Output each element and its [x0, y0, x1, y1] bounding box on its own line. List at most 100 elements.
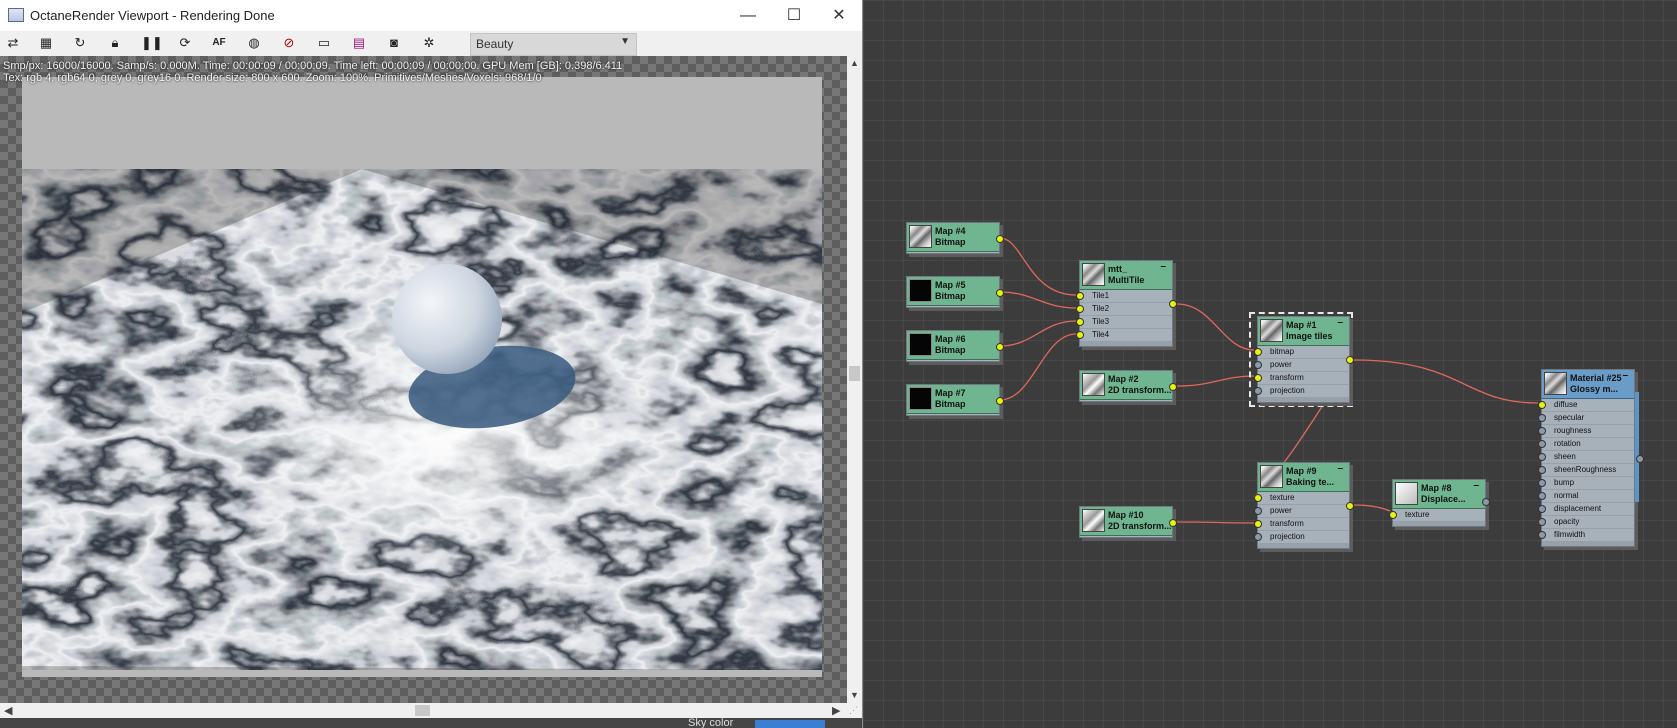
- input-socket[interactable]: [1389, 511, 1397, 519]
- collapse-icon[interactable]: –: [1337, 463, 1343, 474]
- output-socket[interactable]: [1482, 498, 1490, 506]
- horizontal-scroll-thumb[interactable]: [415, 705, 430, 716]
- scroll-left-icon[interactable]: ◀: [4, 704, 12, 717]
- input-socket[interactable]: [1076, 318, 1084, 326]
- maximize-button[interactable]: ☐: [771, 0, 817, 31]
- input-socket[interactable]: [1254, 361, 1262, 369]
- input-socket[interactable]: [1538, 440, 1546, 448]
- refresh-icon[interactable]: ↻: [71, 34, 89, 52]
- input-socket[interactable]: [1538, 453, 1546, 461]
- collapse-icon[interactable]: –: [1473, 480, 1479, 491]
- node-map1[interactable]: Map #1 Image tiles – bitmap power transf…: [1254, 316, 1354, 403]
- lock-icon[interactable]: 🔒︎: [106, 34, 124, 52]
- output-socket[interactable]: [1169, 300, 1177, 308]
- node-header[interactable]: Map #4 Bitmap: [907, 223, 999, 252]
- input-socket[interactable]: [1538, 531, 1546, 539]
- node-map2[interactable]: Map #2 2D transform...: [1079, 370, 1177, 402]
- node-header[interactable]: Material #25 Glossy m... –: [1542, 370, 1634, 399]
- input-socket[interactable]: [1538, 518, 1546, 526]
- node-header[interactable]: Map #10 2D transform...: [1080, 507, 1172, 536]
- input-socket[interactable]: [1254, 348, 1262, 356]
- input-socket[interactable]: [1538, 492, 1546, 500]
- horizontal-scrollbar[interactable]: ◀ ▶: [0, 703, 847, 718]
- input-specular: specular: [1538, 412, 1634, 425]
- input-texture: texture: [1254, 492, 1349, 505]
- node-multitile[interactable]: mtt_ MultiTile – Tile1 Tile2 Tile3 Tile4: [1076, 260, 1177, 347]
- scroll-down-icon[interactable]: ▼: [850, 690, 859, 700]
- input-socket[interactable]: [1254, 507, 1262, 515]
- node-header[interactable]: Map #5 Bitmap: [907, 277, 999, 306]
- vertical-scrollbar[interactable]: ▲ ▼: [847, 56, 862, 703]
- collapse-icon[interactable]: –: [1160, 261, 1166, 272]
- close-button[interactable]: ✕: [816, 0, 862, 31]
- send-to-viewport-icon[interactable]: ⇄: [4, 34, 22, 52]
- node-map7[interactable]: Map #7 Bitmap: [906, 384, 1004, 416]
- input-label: Tile1: [1092, 291, 1110, 300]
- input-socket[interactable]: [1538, 414, 1546, 422]
- input-socket[interactable]: [1076, 305, 1084, 313]
- scroll-right-icon[interactable]: ▶: [832, 704, 840, 717]
- input-socket[interactable]: [1076, 292, 1084, 300]
- node-header[interactable]: Map #2 2D transform...: [1080, 371, 1172, 400]
- node-map10[interactable]: Map #10 2D transform...: [1079, 506, 1177, 538]
- output-socket[interactable]: [1346, 356, 1354, 364]
- texture-thumbnail: [1260, 465, 1283, 488]
- input-socket[interactable]: [1254, 374, 1262, 382]
- restart-icon[interactable]: ⟳: [176, 34, 194, 52]
- input-socket[interactable]: [1538, 401, 1546, 409]
- output-socket[interactable]: [996, 343, 1004, 351]
- node-material25[interactable]: Material #25 Glossy m... – diffuse specu…: [1538, 369, 1644, 547]
- input-socket[interactable]: [1538, 427, 1546, 435]
- camera-icon[interactable]: ◙: [385, 34, 403, 52]
- node-header[interactable]: Map #7 Bitmap: [907, 385, 999, 414]
- output-socket[interactable]: [1636, 455, 1644, 463]
- monitor-icon[interactable]: ▭: [315, 34, 333, 52]
- node-map9[interactable]: Map #9 Baking te... – texture power tran…: [1254, 462, 1354, 549]
- input-socket[interactable]: [1538, 466, 1546, 474]
- input-socket[interactable]: [1076, 331, 1084, 339]
- input-socket[interactable]: [1538, 479, 1546, 487]
- node-header[interactable]: Map #8 Displace... –: [1393, 480, 1485, 509]
- render-pass-select[interactable]: Beauty ▼: [470, 33, 637, 56]
- node-map8[interactable]: Map #8 Displace... – texture: [1389, 479, 1490, 527]
- input-tile4: Tile4: [1076, 329, 1172, 342]
- output-socket[interactable]: [996, 235, 1004, 243]
- node-map6[interactable]: Map #6 Bitmap: [906, 330, 1004, 362]
- collapse-icon[interactable]: –: [1337, 317, 1343, 328]
- film-icon[interactable]: ▤: [350, 34, 368, 52]
- output-socket[interactable]: [996, 397, 1004, 405]
- input-socket[interactable]: [1538, 505, 1546, 513]
- node-title: mtt_: [1108, 264, 1128, 274]
- node-map4[interactable]: Map #4 Bitmap: [906, 222, 1004, 254]
- pause-icon[interactable]: ❚❚: [141, 34, 163, 52]
- input-socket[interactable]: [1254, 387, 1262, 395]
- clipboard-icon[interactable]: ▦: [37, 34, 55, 52]
- input-label: opacity: [1554, 517, 1580, 526]
- output-socket[interactable]: [1346, 502, 1354, 510]
- node-map5[interactable]: Map #5 Bitmap: [906, 276, 1004, 308]
- node-header[interactable]: Map #1 Image tiles –: [1258, 317, 1349, 346]
- output-socket[interactable]: [996, 289, 1004, 297]
- scroll-up-icon[interactable]: ▲: [850, 58, 859, 68]
- output-socket[interactable]: [1169, 519, 1177, 527]
- minimize-button[interactable]: —: [725, 0, 771, 31]
- no-entry-icon[interactable]: ⊘: [280, 34, 298, 52]
- collapse-icon[interactable]: –: [1622, 370, 1628, 381]
- settings-icon[interactable]: ✲: [420, 34, 438, 52]
- input-label: normal: [1554, 491, 1579, 500]
- node-header[interactable]: mtt_ MultiTile –: [1080, 261, 1172, 290]
- vertical-scroll-thumb[interactable]: [849, 366, 860, 381]
- input-socket[interactable]: [1254, 494, 1262, 502]
- node-header[interactable]: Map #6 Bitmap: [907, 331, 999, 360]
- sky-color-swatch[interactable]: [755, 720, 825, 728]
- output-socket[interactable]: [1169, 383, 1177, 391]
- af-icon[interactable]: AF: [210, 34, 228, 52]
- color-icon[interactable]: ◍: [245, 34, 263, 52]
- render-canvas[interactable]: Smp/px: 16000/16000. Samp/s: 0.000M. Tim…: [0, 56, 847, 703]
- node-header[interactable]: Map #9 Baking te... –: [1258, 463, 1349, 492]
- node-editor-canvas[interactable]: Map #4 Bitmap Map #5 Bitmap Map #6 Bitma…: [863, 0, 1677, 728]
- resize-grip-icon[interactable]: ⋰: [849, 705, 861, 717]
- wire-map10-transform: [1176, 521, 1255, 524]
- input-socket[interactable]: [1254, 533, 1262, 541]
- input-socket[interactable]: [1254, 520, 1262, 528]
